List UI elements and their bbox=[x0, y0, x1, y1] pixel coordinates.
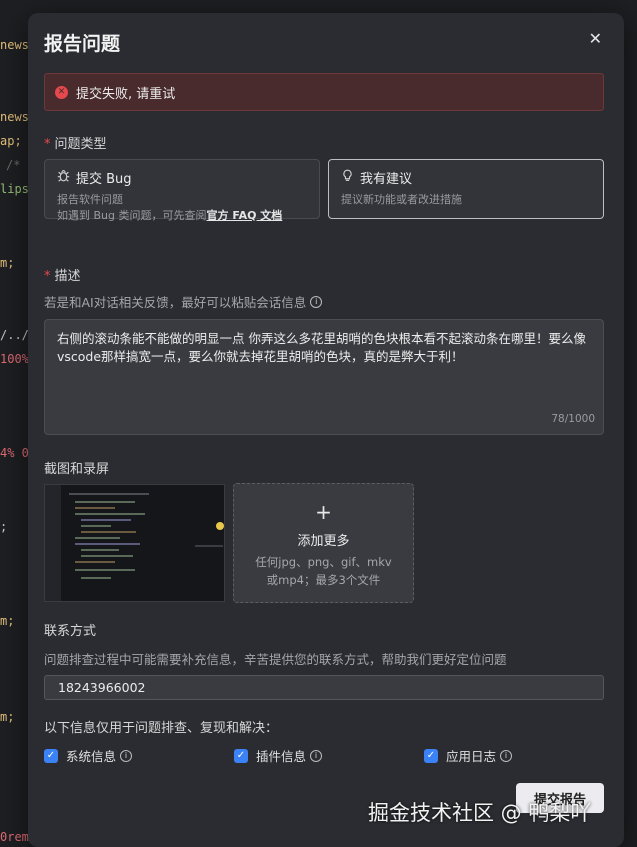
error-circle-icon: ✕ bbox=[55, 85, 68, 99]
info-icon[interactable]: i bbox=[310, 295, 323, 308]
description-label: * 描述 bbox=[44, 269, 81, 284]
code-fragment: news bbox=[0, 38, 29, 52]
code-fragment: 100% bbox=[0, 352, 29, 366]
plus-icon: + bbox=[315, 500, 332, 524]
add-more-upload-button[interactable]: + 添加更多 任何jpg、png、gif、mkv 或mp4；最多3个文件 bbox=[233, 483, 414, 603]
bug-option-faq-prefix: 如遇到 Bug 类问题，可先查阅 bbox=[57, 209, 207, 222]
add-more-title: 添加更多 bbox=[297, 534, 350, 549]
code-fragment: m; bbox=[0, 710, 15, 724]
description-hint: 若是和AI对话相关反馈，最好可以粘贴会话信息 i bbox=[44, 292, 323, 311]
code-fragment: m; bbox=[0, 614, 15, 628]
bug-option-desc: 报告软件问题 bbox=[57, 193, 123, 206]
add-more-limit: 或mp4；最多3个文件 bbox=[266, 573, 381, 587]
checkmark-icon: ✓ bbox=[234, 748, 248, 763]
code-fragment: ap; bbox=[0, 134, 22, 148]
issue-type-suggestion-option[interactable]: 我有建议 提议新功能或者改进措施 bbox=[328, 159, 604, 219]
issue-type-bug-option[interactable]: 提交 Bug 报告软件问题 如遇到 Bug 类问题，可先查阅官方 FAQ 文档 bbox=[44, 159, 320, 222]
description-textarea[interactable]: 右侧的滚动条能不能做的明显一点 你弄这么多花里胡哨的色块根本看不起滚动条在哪里！… bbox=[44, 319, 604, 435]
code-fragment: lips bbox=[0, 182, 29, 196]
bug-option-title: 提交 Bug bbox=[76, 172, 132, 187]
code-fragment: m; bbox=[0, 256, 15, 270]
contact-hint: 问题排查过程中可能需要补充信息，辛苦提供您的联系方式，帮助我们更好定位问题 bbox=[44, 652, 507, 667]
suggestion-option-desc: 提议新功能或者改进措施 bbox=[341, 193, 462, 206]
plugin-info-checkbox[interactable]: ✓ 插件信息 i bbox=[234, 746, 323, 765]
required-mark: * bbox=[44, 269, 51, 284]
app-log-checkbox[interactable]: ✓ 应用日志 i bbox=[424, 746, 513, 765]
info-usage-label: 以下信息仅用于问题排查、复现和解决： bbox=[44, 721, 279, 736]
bug-icon bbox=[57, 169, 70, 186]
info-icon[interactable]: i bbox=[500, 749, 513, 762]
code-fragment: ; bbox=[0, 520, 8, 534]
contact-label: 联系方式 bbox=[44, 624, 97, 639]
error-alert: ✕ 提交失败, 请重试 bbox=[44, 73, 604, 111]
required-mark: * bbox=[44, 137, 51, 152]
error-message: 提交失败, 请重试 bbox=[76, 86, 176, 102]
screenshot-thumbnail[interactable] bbox=[44, 484, 225, 602]
issue-type-label: * 问题类型 bbox=[44, 137, 107, 152]
report-issue-dialog: 报告问题 ✕ ✕ 提交失败, 请重试 * 问题类型 提交 Bug 报告软件问题 如… bbox=[28, 13, 624, 847]
system-info-checkbox[interactable]: ✓ 系统信息 i bbox=[44, 746, 133, 765]
checkmark-icon: ✓ bbox=[44, 748, 58, 763]
faq-link[interactable]: 官方 FAQ 文档 bbox=[207, 209, 283, 222]
code-fragment: news bbox=[0, 110, 29, 124]
char-counter: 78/1000 bbox=[551, 413, 595, 425]
suggestion-option-title: 我有建议 bbox=[360, 172, 413, 187]
contact-value: 18243966002 bbox=[58, 680, 146, 695]
contact-input[interactable]: 18243966002 bbox=[44, 675, 604, 700]
info-icon[interactable]: i bbox=[120, 749, 133, 762]
add-more-formats: 任何jpg、png、gif、mkv bbox=[255, 555, 392, 569]
code-fragment: /../ bbox=[0, 328, 29, 342]
code-fragment: 4% 0 bbox=[0, 446, 29, 460]
watermark: 掘金技术社区 @ 鸭梨吖 bbox=[368, 801, 592, 825]
checkmark-icon: ✓ bbox=[424, 748, 438, 763]
screenshots-label: 截图和录屏 bbox=[44, 462, 110, 477]
close-icon[interactable]: ✕ bbox=[589, 29, 602, 48]
description-text: 右侧的滚动条能不能做的明显一点 你弄这么多花里胡哨的色块根本看不起滚动条在哪里！… bbox=[57, 331, 586, 364]
info-icon[interactable]: i bbox=[310, 749, 323, 762]
lightbulb-icon bbox=[341, 169, 354, 186]
code-fragment: /* bbox=[6, 158, 21, 172]
dialog-title: 报告问题 bbox=[44, 33, 121, 55]
